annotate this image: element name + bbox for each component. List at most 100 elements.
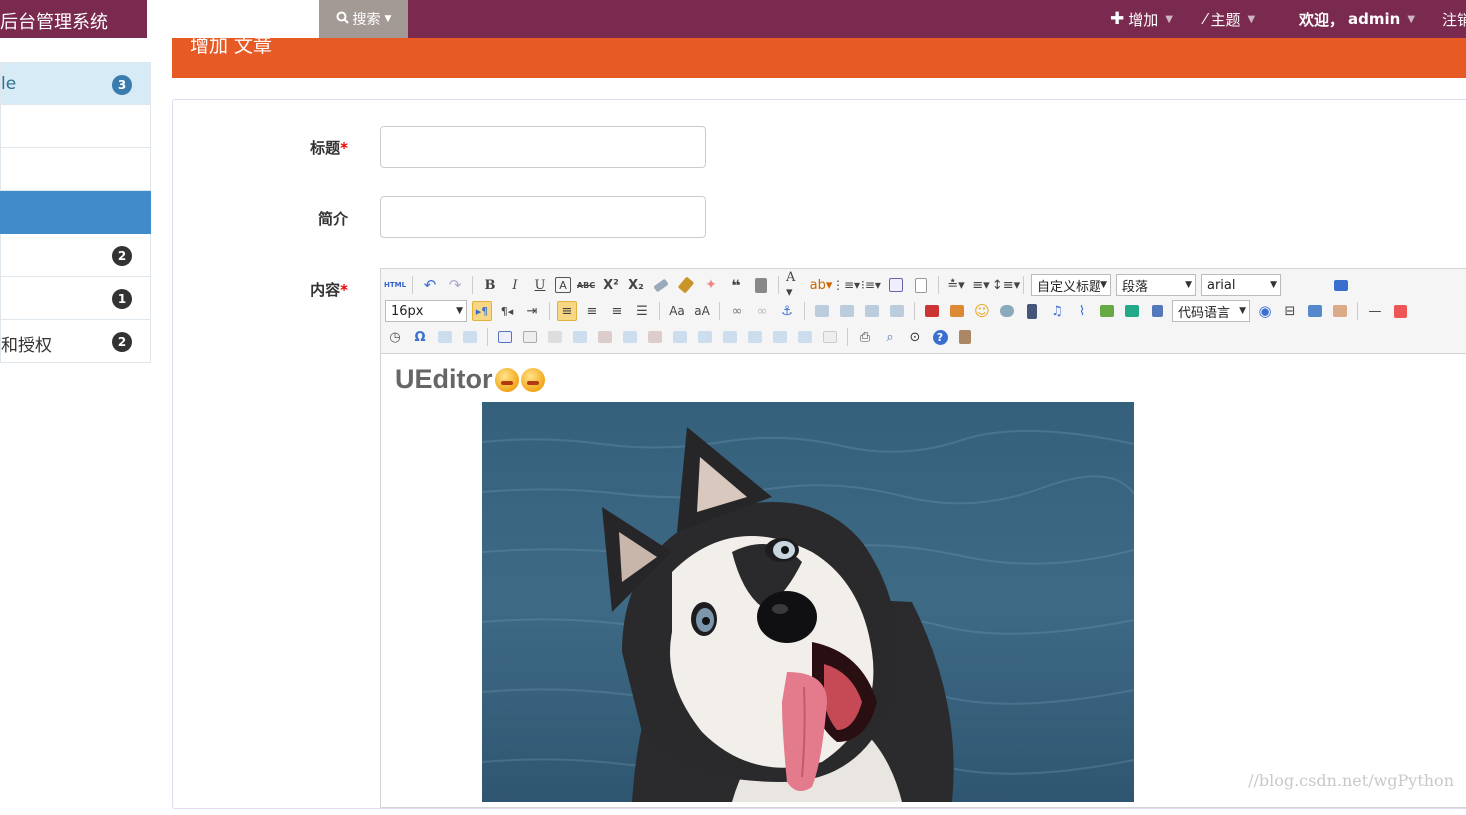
code-language-select[interactable]: 代码语言▼ bbox=[1172, 300, 1250, 322]
insert-row-icon[interactable] bbox=[570, 327, 590, 347]
font-size-select[interactable]: 16px▼ bbox=[385, 300, 467, 322]
direction-rtl-icon[interactable]: ¶◂ bbox=[497, 301, 517, 321]
font-family-select[interactable]: arial▼ bbox=[1201, 274, 1281, 296]
sidebar-item-1[interactable]: le 3 bbox=[0, 62, 151, 105]
format-brush-icon[interactable] bbox=[676, 275, 696, 295]
align-right-icon[interactable]: ≡ bbox=[607, 301, 627, 321]
paragraph-select[interactable]: 段落▼ bbox=[1116, 274, 1196, 296]
summary-input[interactable] bbox=[380, 196, 706, 238]
underline-icon[interactable]: U bbox=[530, 275, 550, 295]
sidebar-item-active[interactable] bbox=[0, 191, 151, 234]
paste-plain-icon[interactable] bbox=[751, 275, 771, 295]
nav-theme-menu[interactable]: ⁄ 主题 ▼ bbox=[1204, 0, 1255, 38]
horizontal-rule-icon[interactable]: — bbox=[1365, 301, 1385, 321]
simple-upload-icon[interactable] bbox=[922, 301, 942, 321]
sidebar-item-2[interactable] bbox=[0, 105, 151, 148]
title-input[interactable] bbox=[380, 126, 706, 168]
page-break-icon[interactable]: ⊟ bbox=[1280, 301, 1300, 321]
indent-icon[interactable]: ⇥ bbox=[522, 301, 542, 321]
custom-title-select[interactable]: 自定义标题▼ bbox=[1031, 274, 1111, 296]
html-source-icon[interactable]: HTML bbox=[385, 275, 405, 295]
word-image-icon[interactable] bbox=[460, 327, 480, 347]
help-icon[interactable]: ? bbox=[930, 327, 950, 347]
nav-add-menu[interactable]: ✚ 增加 ▼ bbox=[1110, 0, 1173, 38]
align-justify-icon[interactable]: ☰ bbox=[632, 301, 652, 321]
husky-photo[interactable] bbox=[482, 402, 1134, 802]
superscript-icon[interactable]: X² bbox=[601, 275, 621, 295]
sidebar-item-6[interactable]: 1 bbox=[0, 277, 151, 320]
split-cols-icon[interactable] bbox=[795, 327, 815, 347]
unordered-list-icon[interactable]: ⁝≡▾ bbox=[861, 275, 881, 295]
scrawl-icon[interactable] bbox=[997, 301, 1017, 321]
subscript-icon[interactable]: X₂ bbox=[626, 275, 646, 295]
drafts-icon[interactable] bbox=[955, 327, 975, 347]
ordered-list-icon[interactable]: ⋮≡▾ bbox=[836, 275, 856, 295]
auto-format-icon[interactable]: ✦ bbox=[701, 275, 721, 295]
background-color-icon[interactable]: ab▾ bbox=[811, 275, 831, 295]
blockquote-icon[interactable]: ❝ bbox=[726, 275, 746, 295]
row-spacing-top-icon[interactable]: ≛▾ bbox=[946, 275, 966, 295]
clear-document-icon[interactable] bbox=[911, 275, 931, 295]
merge-right-icon[interactable] bbox=[695, 327, 715, 347]
sidebar-item-3[interactable] bbox=[0, 148, 151, 191]
search-replace-icon[interactable]: ⊙ bbox=[905, 327, 925, 347]
emotion-icon[interactable]: ☺ bbox=[972, 301, 992, 321]
music-icon[interactable]: ♫ bbox=[1047, 301, 1067, 321]
insert-image-icon[interactable] bbox=[947, 301, 967, 321]
logout-link[interactable]: 注销 bbox=[1442, 0, 1466, 38]
redo-icon[interactable]: ↷ bbox=[445, 275, 465, 295]
nav-user-menu[interactable]: 欢迎，admin ▼ bbox=[1299, 0, 1415, 38]
web-image-icon[interactable]: ◉ bbox=[1255, 301, 1275, 321]
image-right-icon[interactable] bbox=[862, 301, 882, 321]
image-center-icon[interactable] bbox=[887, 301, 907, 321]
link-icon[interactable]: ∞ bbox=[727, 301, 747, 321]
italic-icon[interactable]: I bbox=[505, 275, 525, 295]
lowercase-icon[interactable]: aA bbox=[692, 301, 712, 321]
preview-icon[interactable]: ⌕ bbox=[880, 327, 900, 347]
delete-col-icon[interactable] bbox=[645, 327, 665, 347]
anchor-icon[interactable]: ⚓ bbox=[777, 301, 797, 321]
bold-icon[interactable]: B bbox=[480, 275, 500, 295]
insert-video-icon[interactable] bbox=[1022, 301, 1042, 321]
font-color-icon[interactable]: A ▾ bbox=[786, 275, 806, 295]
insert-col-icon[interactable] bbox=[620, 327, 640, 347]
editor-content[interactable]: UEditor bbox=[381, 355, 1466, 815]
insert-para-before-table-icon[interactable] bbox=[545, 327, 565, 347]
insert-table-icon[interactable] bbox=[495, 327, 515, 347]
sidebar-item-5[interactable]: 2 bbox=[0, 234, 151, 277]
line-height-icon[interactable]: ↕≡▾ bbox=[996, 275, 1016, 295]
direction-ltr-icon[interactable]: ▸¶ bbox=[472, 301, 492, 321]
align-center-icon[interactable]: ≡ bbox=[582, 301, 602, 321]
split-rows-icon[interactable] bbox=[770, 327, 790, 347]
strikethrough-icon[interactable]: ABC bbox=[576, 275, 596, 295]
insert-code-icon[interactable] bbox=[1147, 301, 1167, 321]
merge-cells-icon[interactable] bbox=[670, 327, 690, 347]
image-left-icon[interactable] bbox=[837, 301, 857, 321]
special-char-icon[interactable]: Ω bbox=[410, 327, 430, 347]
undo-icon[interactable]: ↶ bbox=[420, 275, 440, 295]
sidebar-item-permissions[interactable]: 和授权 2 bbox=[0, 320, 151, 363]
brand-title[interactable]: 后台管理系统 bbox=[0, 8, 108, 34]
search-button[interactable]: 搜索 ▼ bbox=[319, 0, 408, 38]
split-cells-icon[interactable] bbox=[745, 327, 765, 347]
snap-screen-icon[interactable] bbox=[435, 327, 455, 347]
print-icon[interactable]: ⎙ bbox=[855, 327, 875, 347]
merge-down-icon[interactable] bbox=[720, 327, 740, 347]
align-left-icon[interactable]: ≡ bbox=[557, 301, 577, 321]
unlink-icon[interactable]: ∞ bbox=[752, 301, 772, 321]
row-spacing-bottom-icon[interactable]: ≡▾ bbox=[971, 275, 991, 295]
font-border-icon[interactable]: A bbox=[555, 277, 571, 293]
map-icon[interactable] bbox=[1122, 301, 1142, 321]
select-all-icon[interactable] bbox=[886, 275, 906, 295]
date-icon[interactable] bbox=[1390, 301, 1410, 321]
fullscreen-icon[interactable] bbox=[1331, 275, 1351, 295]
attachment-icon[interactable]: ⌇ bbox=[1072, 301, 1092, 321]
background-icon[interactable] bbox=[1330, 301, 1350, 321]
chart-icon[interactable] bbox=[820, 327, 840, 347]
image-none-icon[interactable] bbox=[812, 301, 832, 321]
insert-frame-icon[interactable] bbox=[1097, 301, 1117, 321]
uppercase-icon[interactable]: Aa bbox=[667, 301, 687, 321]
eraser-icon[interactable] bbox=[651, 275, 671, 295]
delete-table-icon[interactable] bbox=[520, 327, 540, 347]
delete-row-icon[interactable] bbox=[595, 327, 615, 347]
